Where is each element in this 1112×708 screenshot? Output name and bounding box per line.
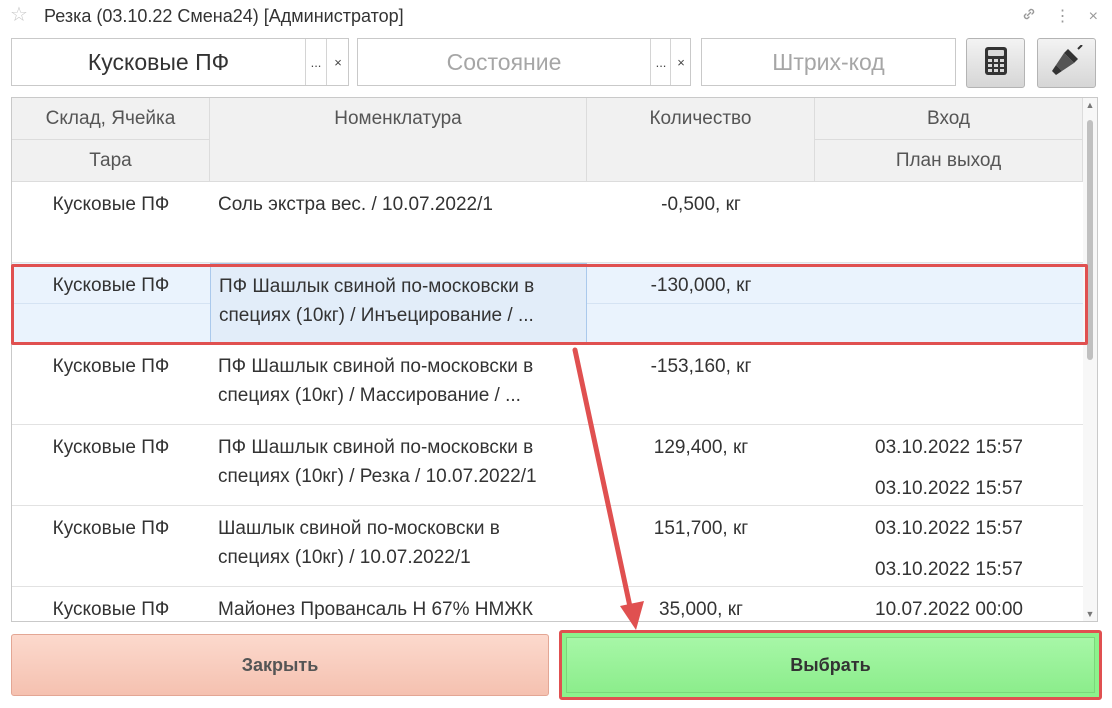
nomenclature-line: ПФ Шашлык свиной по-московски в <box>218 356 534 377</box>
data-table: Склад, Ячейка Тара Номенклатура Количест… <box>11 97 1098 622</box>
header-sklad[interactable]: Склад, Ячейка <box>12 98 210 140</box>
cell-nomenclature: ПФ Шашлык свиной по-московски в специях (… <box>210 344 587 424</box>
cell-quantity: -153,160, кг <box>650 356 752 377</box>
header-plan[interactable]: План выход <box>815 140 1083 182</box>
header-vhod[interactable]: Вход <box>815 98 1083 140</box>
select-button[interactable]: Выбрать <box>559 630 1102 700</box>
nomenclature-line: специях (10кг) / Массирование / ... <box>218 385 521 406</box>
vhod-date: 03.10.2022 15:57 <box>875 518 1023 539</box>
window-controls: ⋮ × <box>1021 6 1098 27</box>
nomenclature-line: специях (10кг) / 10.07.2022/1 <box>218 547 471 568</box>
warehouse-clear-button[interactable]: × <box>326 39 349 85</box>
table-row[interactable]: Кусковые ПФ Соль экстра вес. / 10.07.202… <box>12 182 1083 263</box>
cell-nomenclature: Шашлык свиной по-московски в специях (10к… <box>210 506 587 586</box>
nomenclature-line: специях (10кг) / Резка / 10.07.2022/1 <box>218 466 537 487</box>
scroll-down-icon[interactable]: ▼ <box>1083 609 1097 619</box>
calculator-icon <box>982 46 1010 81</box>
barcode-scanner-icon <box>1050 43 1084 82</box>
barcode-placeholder: Штрих-код <box>772 48 885 75</box>
cell-nomenclature: ПФ Шашлык свиной по-московски в специях (… <box>210 425 587 505</box>
state-field[interactable]: Состояние ... × <box>357 38 691 86</box>
table-row[interactable]: Кусковые ПФ Майонез Провансаль Н 67% НМЖ… <box>12 587 1083 621</box>
barcode-input[interactable]: Штрих-код <box>701 38 956 86</box>
cell-sklad: Кусковые ПФ <box>52 518 170 539</box>
scroll-up-icon[interactable]: ▲ <box>1083 100 1097 110</box>
cell-vhod <box>815 182 1083 262</box>
nomenclature-line: Майонез Провансаль Н 67% НМЖК <box>218 599 533 620</box>
scanner-button[interactable] <box>1037 38 1096 88</box>
calculator-button[interactable] <box>966 38 1025 88</box>
cell-sklad: Кусковые ПФ <box>52 437 170 458</box>
selected-row-highlight <box>11 264 1088 345</box>
state-clear-button[interactable]: × <box>670 39 691 85</box>
vhod-date <box>815 190 1083 231</box>
vhod-date: 10.07.2022 00:00 <box>875 599 1023 620</box>
header-nomenclature[interactable]: Номенклатура <box>210 98 587 182</box>
cell-vhod: 10.07.2022 00:00 <box>815 587 1083 621</box>
warehouse-value: Кусковые ПФ <box>87 48 230 75</box>
close-button[interactable]: Закрыть <box>11 634 549 696</box>
state-placeholder: Состояние <box>446 48 562 75</box>
window-title: Резка (03.10.22 Смена24) [Администратор] <box>44 6 404 26</box>
title-bar: ☆ Резка (03.10.22 Смена24) [Администрато… <box>0 0 1112 34</box>
nomenclature-line: ПФ Шашлык свиной по-московски в <box>218 437 534 458</box>
warehouse-select-button[interactable]: ... <box>305 39 326 85</box>
table-row[interactable]: Кусковые ПФ ПФ Шашлык свиной по-московск… <box>12 344 1083 425</box>
cell-vhod <box>815 344 1083 424</box>
more-vertical-icon[interactable]: ⋮ <box>1055 8 1071 26</box>
warehouse-field[interactable]: Кусковые ПФ ... × <box>11 38 349 86</box>
star-icon[interactable]: ☆ <box>10 5 28 25</box>
select-button-label: Выбрать <box>790 654 871 675</box>
cell-nomenclature: Соль экстра вес. / 10.07.2022/1 <box>210 182 587 262</box>
header-tara[interactable]: Тара <box>12 140 210 182</box>
cell-quantity: 35,000, кг <box>659 599 743 620</box>
vhod-date <box>815 352 1083 393</box>
table-row[interactable]: Кусковые ПФ Шашлык свиной по-московски в… <box>12 506 1083 587</box>
cell-sklad: Кусковые ПФ <box>52 356 170 377</box>
cell-vhod: 03.10.2022 15:57 03.10.2022 15:57 <box>815 425 1083 505</box>
header-quantity[interactable]: Количество <box>587 98 815 182</box>
vertical-scrollbar[interactable]: ▲ ▼ <box>1083 98 1097 621</box>
cell-quantity: 151,700, кг <box>653 518 749 539</box>
vhod-date: 03.10.2022 15:57 <box>875 437 1023 458</box>
link-icon[interactable] <box>1021 6 1037 27</box>
cell-nomenclature: Майонез Провансаль Н 67% НМЖК <box>210 587 587 621</box>
table-row[interactable]: Кусковые ПФ ПФ Шашлык свиной по-московск… <box>12 425 1083 506</box>
cell-sklad: Кусковые ПФ <box>52 599 170 620</box>
cell-vhod: 03.10.2022 15:57 03.10.2022 15:57 <box>815 506 1083 586</box>
cell-sklad: Кусковые ПФ <box>52 194 170 215</box>
state-select-button[interactable]: ... <box>650 39 671 85</box>
nomenclature-line: Шашлык свиной по-московски в <box>218 518 500 539</box>
close-icon[interactable]: × <box>1089 8 1098 26</box>
nomenclature-line: Соль экстра вес. / 10.07.2022/1 <box>218 194 493 215</box>
cell-quantity: 129,400, кг <box>653 437 749 458</box>
cell-quantity: -0,500, кг <box>661 194 741 215</box>
